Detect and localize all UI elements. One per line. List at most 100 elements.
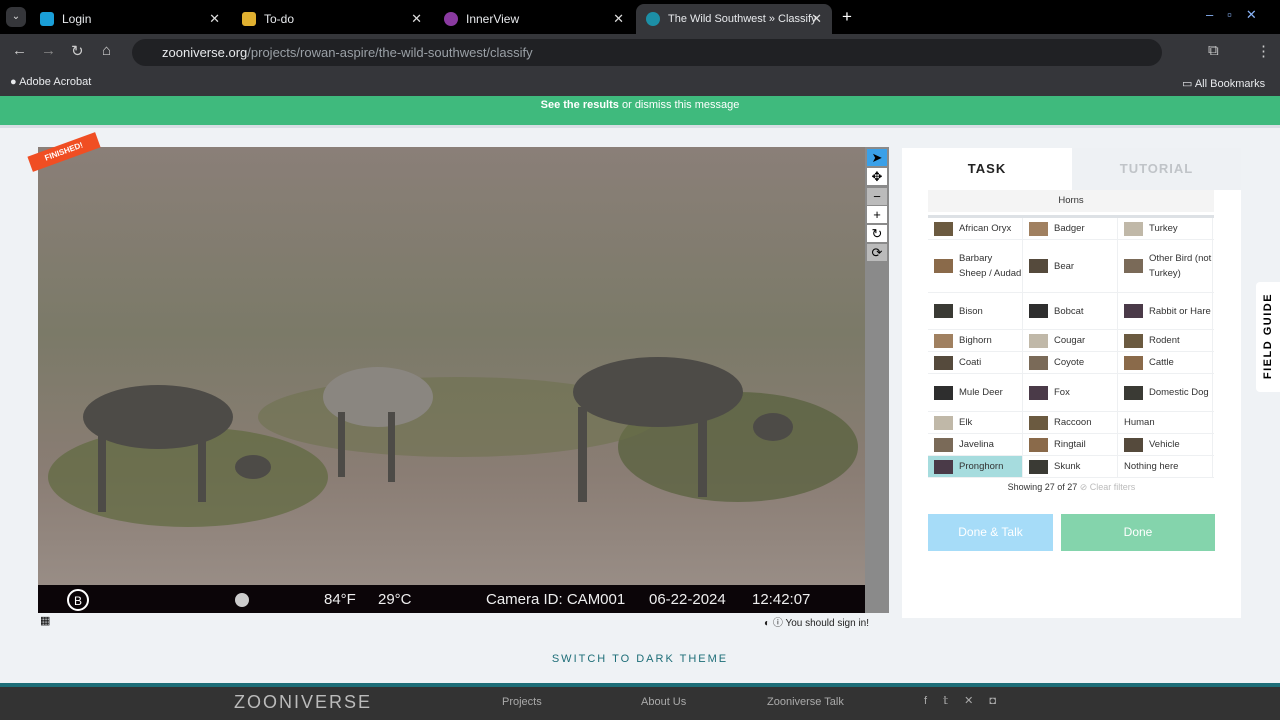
close-tab-icon[interactable]: ✕ bbox=[811, 11, 822, 27]
species-option[interactable]: Barbary Sheep / Audad bbox=[928, 240, 1023, 292]
gallery-icon[interactable]: ▦ bbox=[40, 614, 50, 627]
theme-icon[interactable]: ◐ bbox=[764, 618, 770, 629]
window-controls[interactable]: –▫✕ bbox=[1206, 7, 1271, 23]
new-tab-button[interactable]: + bbox=[842, 7, 852, 27]
species-option[interactable]: Human bbox=[1118, 412, 1213, 433]
species-option[interactable]: Bobcat bbox=[1023, 293, 1118, 329]
species-option[interactable]: African Oryx bbox=[928, 218, 1023, 239]
back-icon[interactable]: ← bbox=[12, 42, 27, 59]
tab-innerview[interactable]: InnerView ✕ bbox=[434, 4, 634, 34]
all-bookmarks-label: All Bookmarks bbox=[1194, 78, 1266, 90]
species-option[interactable]: Badger bbox=[1023, 218, 1118, 239]
dark-theme-toggle[interactable]: SWITCH TO DARK THEME bbox=[0, 653, 1280, 665]
species-option[interactable]: Skunk bbox=[1023, 456, 1118, 477]
species-option[interactable]: Coyote bbox=[1023, 352, 1118, 373]
zoom-out-icon[interactable]: − bbox=[867, 188, 887, 205]
address-bar[interactable]: zooniverse.org/projects/rowan-aspire/the… bbox=[132, 39, 1162, 66]
reload-icon[interactable]: ↻ bbox=[71, 42, 84, 60]
favicon-icon bbox=[444, 12, 458, 26]
tab-task[interactable]: TASK bbox=[902, 148, 1072, 190]
tab-todo[interactable]: To-do ✕ bbox=[232, 4, 432, 34]
species-thumbnail-icon bbox=[1029, 333, 1048, 348]
close-tab-icon[interactable]: ✕ bbox=[613, 11, 624, 27]
species-option[interactable]: Vehicle bbox=[1118, 434, 1213, 455]
forward-icon[interactable]: → bbox=[41, 42, 56, 59]
species-option[interactable]: Raccoon bbox=[1023, 412, 1118, 433]
favicon-icon bbox=[242, 12, 256, 26]
all-bookmarks[interactable]: ▭ All Bookmarks bbox=[1182, 77, 1265, 90]
species-option[interactable]: Pronghorn bbox=[928, 456, 1023, 477]
species-thumbnail-icon bbox=[1029, 304, 1048, 318]
close-tab-icon[interactable]: ✕ bbox=[209, 11, 220, 27]
species-label: Badger bbox=[1054, 223, 1085, 234]
info-icon[interactable]: ⓘ bbox=[773, 618, 783, 629]
species-option[interactable]: Nothing here bbox=[1118, 456, 1213, 477]
species-option[interactable]: Bison bbox=[928, 293, 1023, 329]
dismiss-link[interactable]: dismiss this message bbox=[635, 99, 740, 111]
species-label: Bear bbox=[1054, 260, 1075, 272]
footer-link-about[interactable]: About Us bbox=[641, 696, 686, 708]
close-tab-icon[interactable]: ✕ bbox=[411, 11, 422, 27]
rotate-icon[interactable]: ↻ bbox=[867, 225, 887, 242]
species-option[interactable]: Elk bbox=[928, 412, 1023, 433]
menu-icon[interactable]: ⋮ bbox=[1256, 42, 1271, 60]
tab-login[interactable]: Login ✕ bbox=[30, 4, 230, 34]
banner-text: or bbox=[618, 99, 635, 111]
species-row: Mule Deer Fox Domestic Dog bbox=[928, 374, 1214, 412]
tab-classify[interactable]: The Wild Southwest » Classify ✕ bbox=[636, 4, 832, 34]
species-label: Pronghorn bbox=[959, 461, 1004, 472]
species-option[interactable]: Coati bbox=[928, 352, 1023, 373]
species-thumbnail-icon bbox=[934, 333, 953, 348]
species-option[interactable]: Bear bbox=[1023, 240, 1118, 292]
footer-link-projects[interactable]: Projects bbox=[502, 696, 542, 708]
species-label: Rodent bbox=[1149, 335, 1180, 346]
zooniverse-logo[interactable]: ZOONIVERSE bbox=[234, 692, 372, 713]
species-option[interactable]: Other Bird (not Turkey) bbox=[1118, 240, 1213, 292]
reset-icon[interactable]: ⟳ bbox=[867, 244, 887, 261]
social-icons[interactable]: f𝕥✕◘ bbox=[924, 694, 1012, 707]
zoom-in-icon[interactable]: + bbox=[867, 206, 887, 223]
tab-search-button[interactable]: ⌄ bbox=[6, 7, 26, 27]
species-row: Pronghorn Skunk Nothing here bbox=[928, 456, 1214, 478]
species-option[interactable]: Rodent bbox=[1118, 330, 1213, 351]
species-thumbnail-icon bbox=[1029, 459, 1048, 474]
species-option[interactable]: Turkey bbox=[1118, 218, 1213, 239]
tab-tutorial[interactable]: TUTORIAL bbox=[1072, 148, 1241, 190]
subject-image[interactable]: B 84°F 29°C Camera ID: CAM001 06-22-2024… bbox=[38, 147, 865, 613]
species-option[interactable]: Domestic Dog bbox=[1118, 374, 1213, 411]
species-label: Coati bbox=[959, 357, 982, 368]
species-option[interactable]: Javelina bbox=[928, 434, 1023, 455]
species-row: Bighorn Cougar Rodent bbox=[928, 330, 1214, 352]
url-domain: zooniverse.org bbox=[162, 45, 248, 60]
home-icon[interactable]: ⌂ bbox=[102, 42, 111, 59]
move-tool-icon[interactable]: ✥ bbox=[867, 168, 887, 185]
species-thumbnail-icon bbox=[1029, 221, 1048, 236]
see-results-link[interactable]: See the results bbox=[541, 99, 619, 111]
species-thumbnail-icon bbox=[934, 221, 953, 236]
species-row: Bison Bobcat Rabbit or Hare bbox=[928, 293, 1214, 330]
species-thumbnail-icon bbox=[1124, 333, 1143, 348]
photo-time: 12:42:07 bbox=[752, 591, 811, 608]
field-guide-tab[interactable]: FIELD GUIDE bbox=[1256, 282, 1280, 392]
filter-horns[interactable]: Horns bbox=[928, 190, 1214, 212]
sign-in-text[interactable]: You should sign in! bbox=[785, 618, 869, 629]
species-label: Bison bbox=[959, 305, 983, 317]
bookmark-adobe[interactable]: ● Adobe Acrobat bbox=[10, 76, 91, 88]
species-option[interactable]: Mule Deer bbox=[928, 374, 1023, 411]
species-option[interactable]: Cattle bbox=[1118, 352, 1213, 373]
species-label: Nothing here bbox=[1124, 461, 1179, 472]
species-thumbnail-icon bbox=[1124, 221, 1143, 236]
species-option[interactable]: Rabbit or Hare bbox=[1118, 293, 1213, 329]
species-option[interactable]: Ringtail bbox=[1023, 434, 1118, 455]
species-option[interactable]: Cougar bbox=[1023, 330, 1118, 351]
extensions-icon[interactable]: ⧉ bbox=[1208, 42, 1219, 59]
pointer-tool-icon[interactable]: ➤ bbox=[867, 149, 887, 166]
done-and-talk-button[interactable]: Done & Talk bbox=[928, 514, 1053, 551]
species-option[interactable]: Fox bbox=[1023, 374, 1118, 411]
species-label: Mule Deer bbox=[959, 387, 1003, 398]
url-path: /projects/rowan-aspire/the-wild-southwes… bbox=[247, 45, 533, 60]
clear-filters-button[interactable]: ⊘ Clear filters bbox=[1080, 482, 1136, 492]
species-option[interactable]: Bighorn bbox=[928, 330, 1023, 351]
footer-link-talk[interactable]: Zooniverse Talk bbox=[767, 696, 844, 708]
done-button[interactable]: Done bbox=[1061, 514, 1215, 551]
